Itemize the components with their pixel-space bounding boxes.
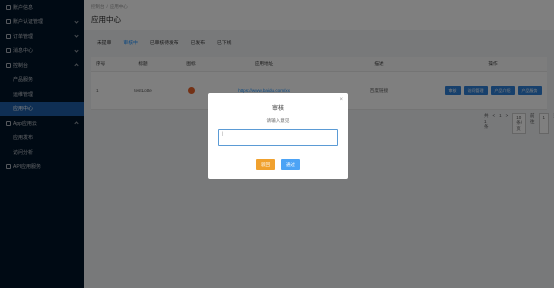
close-icon[interactable]: ×: [339, 97, 343, 103]
opinion-textarea[interactable]: |: [218, 129, 338, 146]
review-dialog: × 审核 请输入意见 | 驳回 通过: [208, 93, 348, 179]
approve-button[interactable]: 通过: [281, 159, 300, 170]
dialog-title: 审核: [271, 106, 284, 112]
dialog-subtitle: 请输入意见: [266, 118, 290, 123]
reject-button[interactable]: 驳回: [256, 159, 275, 170]
dialog-actions: 驳回 通过: [208, 159, 348, 170]
